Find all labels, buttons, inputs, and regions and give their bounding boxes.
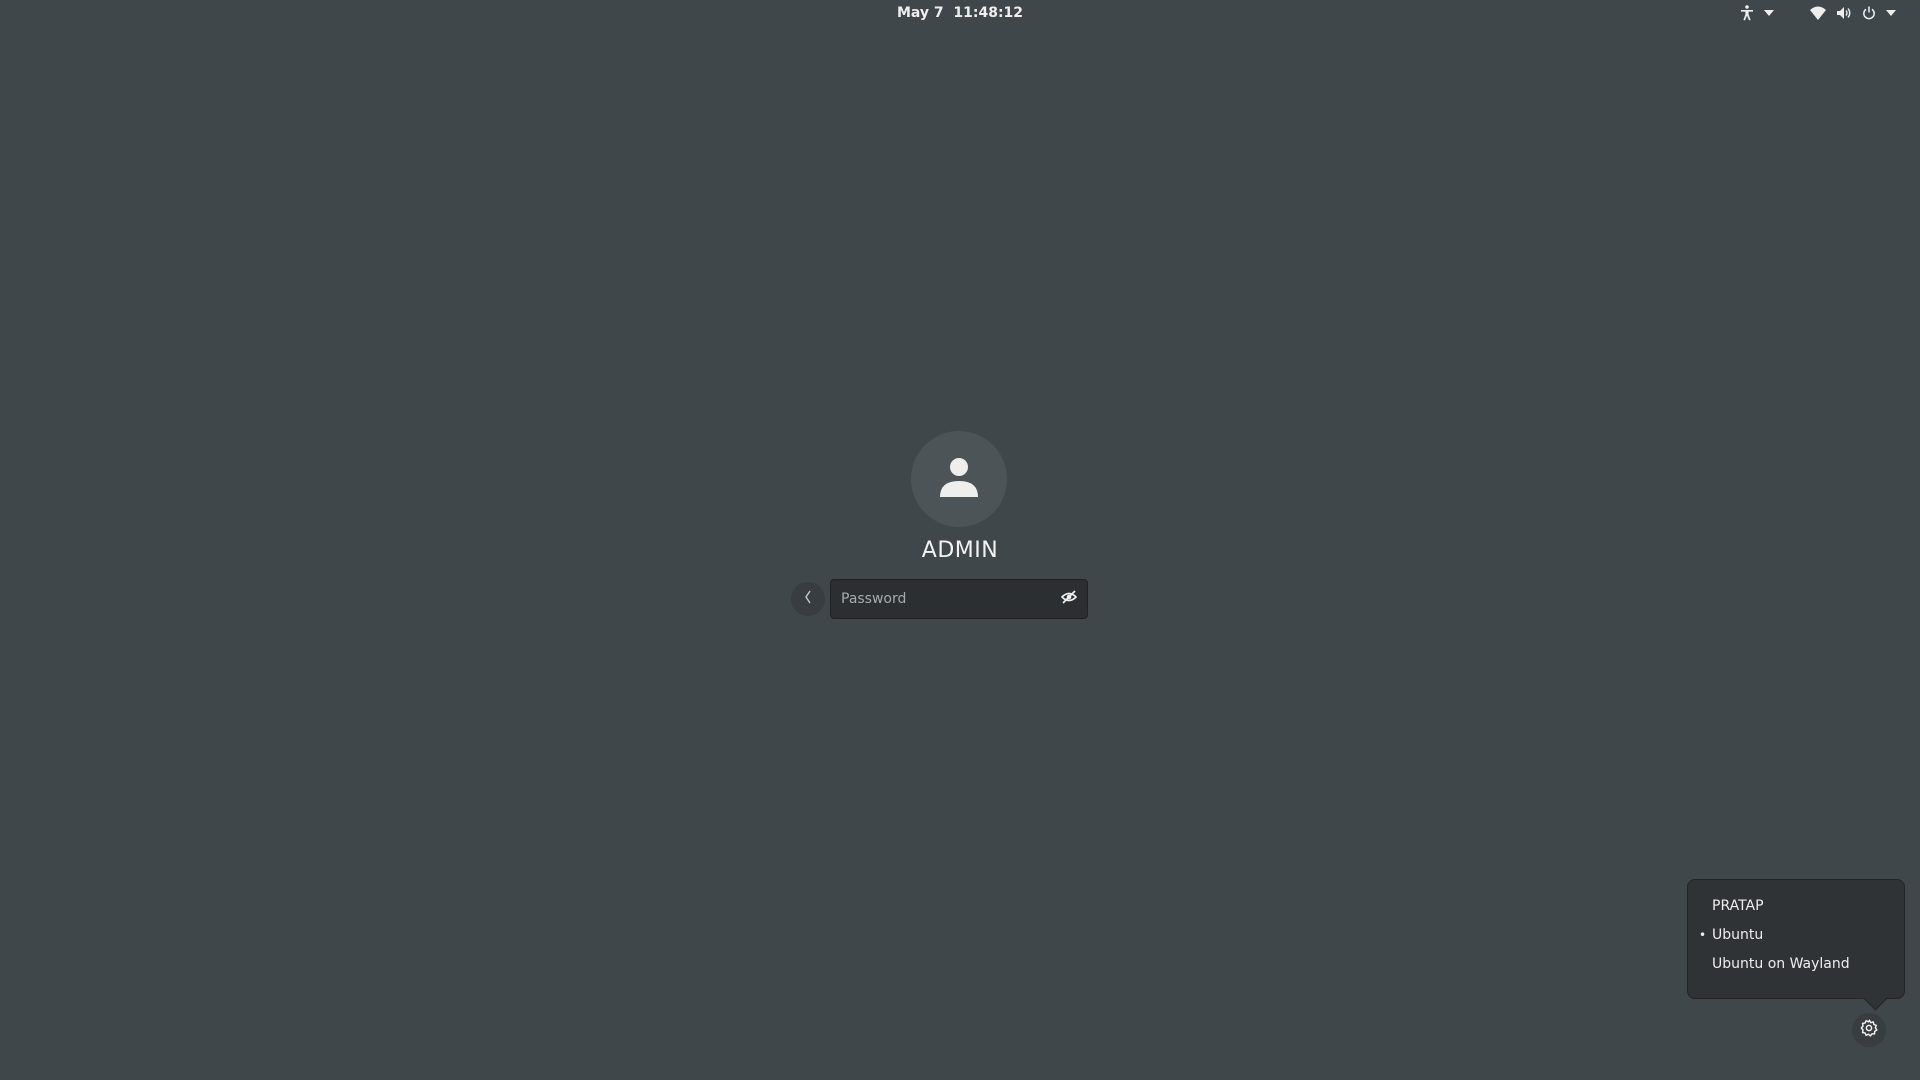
eye-hidden-icon bbox=[1060, 589, 1078, 609]
wifi-icon bbox=[1810, 6, 1826, 20]
session-menu: PRATAP • Ubuntu Ubuntu on Wayland bbox=[1687, 879, 1905, 999]
system-menu[interactable] bbox=[1810, 0, 1896, 26]
login-screen: May 7 11:48:12 ADMIN PRATAP • Ubuntu Ubu… bbox=[0, 0, 1920, 1080]
gear-icon bbox=[1860, 1018, 1878, 1042]
reveal-password-button[interactable] bbox=[1051, 580, 1087, 618]
chevron-left-icon bbox=[803, 589, 813, 610]
time-label: 11:48:12 bbox=[953, 5, 1024, 21]
date-time-button[interactable]: May 7 11:48:12 bbox=[889, 5, 1031, 21]
session-item-ubuntu[interactable]: • Ubuntu bbox=[1688, 921, 1904, 950]
username-label: ADMIN bbox=[921, 538, 999, 563]
user-avatar bbox=[911, 431, 1007, 527]
dropdown-arrow-icon bbox=[1886, 10, 1896, 16]
back-button[interactable] bbox=[791, 582, 825, 616]
volume-icon bbox=[1836, 6, 1852, 20]
password-input[interactable] bbox=[831, 580, 1051, 618]
session-label: PRATAP bbox=[1712, 898, 1764, 914]
session-label: Ubuntu on Wayland bbox=[1712, 956, 1850, 972]
top-bar: May 7 11:48:12 bbox=[0, 0, 1920, 26]
user-icon bbox=[937, 455, 981, 504]
session-item-pratap[interactable]: PRATAP bbox=[1688, 892, 1904, 921]
dropdown-arrow-icon bbox=[1764, 10, 1774, 16]
password-entry[interactable] bbox=[830, 579, 1088, 619]
accessibility-icon bbox=[1740, 5, 1754, 21]
clock-area: May 7 11:48:12 bbox=[0, 0, 1920, 26]
session-label: Ubuntu bbox=[1712, 927, 1764, 943]
session-item-ubuntu-wayland[interactable]: Ubuntu on Wayland bbox=[1688, 950, 1904, 979]
power-icon bbox=[1862, 6, 1876, 20]
session-button[interactable] bbox=[1852, 1013, 1886, 1047]
date-label: May 7 bbox=[896, 5, 944, 21]
accessibility-menu[interactable] bbox=[1740, 0, 1774, 26]
selected-marker: • bbox=[1699, 928, 1707, 942]
